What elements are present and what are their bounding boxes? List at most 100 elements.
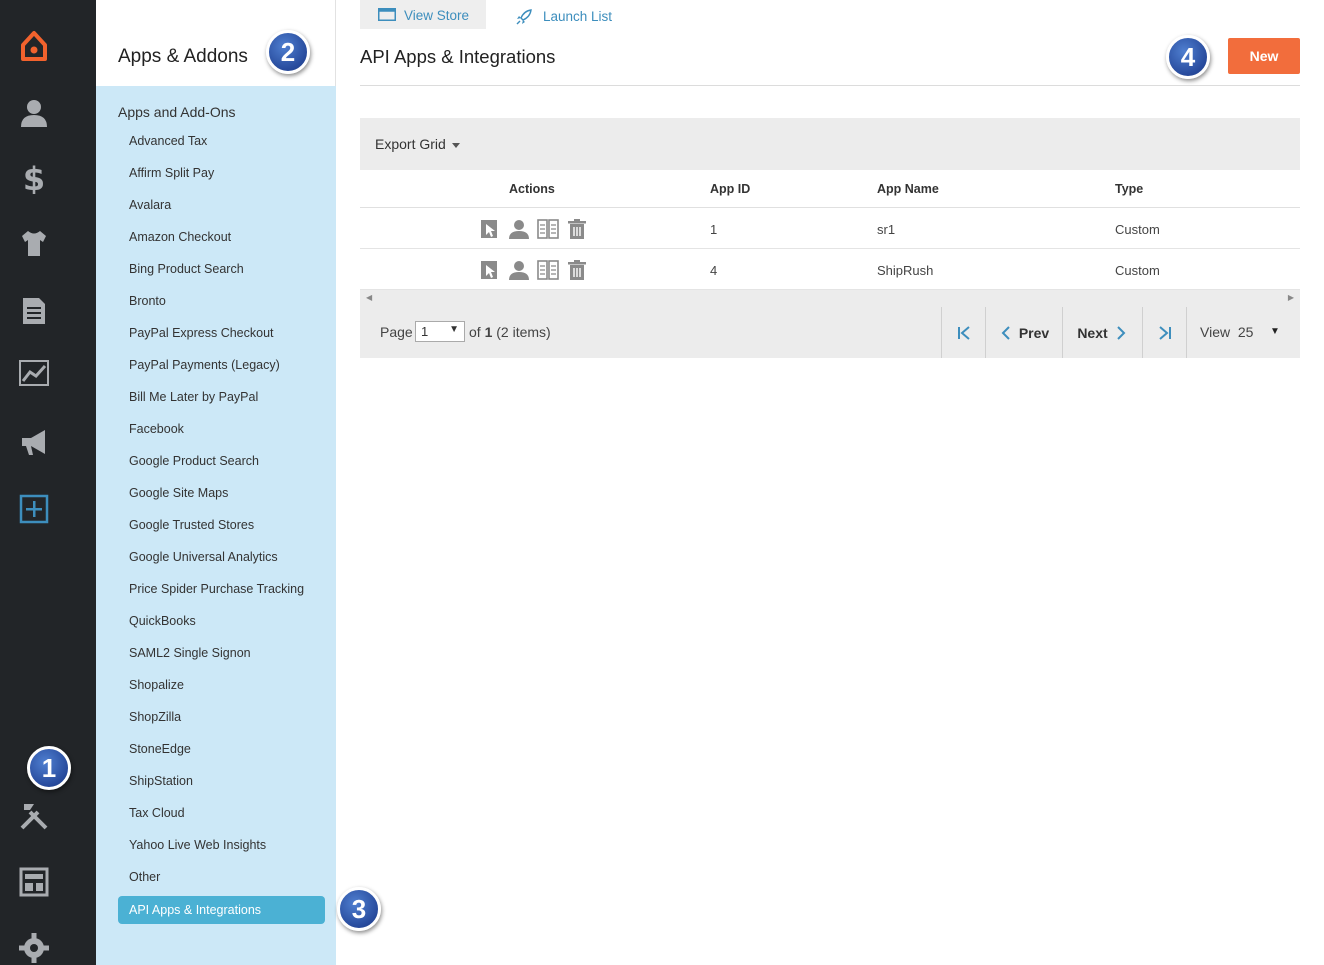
- view-store-tab[interactable]: View Store: [360, 0, 486, 29]
- view-store-label: View Store: [404, 8, 470, 23]
- sidebar-item-shopzilla[interactable]: ShopZilla: [129, 710, 181, 724]
- chevron-down-icon: [451, 142, 460, 148]
- sidebar-item-bing[interactable]: Bing Product Search: [129, 262, 244, 276]
- trash-icon[interactable]: [565, 258, 589, 282]
- select-icon[interactable]: [478, 258, 502, 282]
- trash-icon[interactable]: [565, 217, 589, 241]
- page-total: 1: [484, 324, 493, 340]
- sidebar-item-google-site-maps[interactable]: Google Site Maps: [129, 486, 228, 500]
- next-label: Next: [1077, 324, 1108, 341]
- cell-app-name: ShipRush: [877, 263, 934, 278]
- apps-subnav: Apps & Addons Apps and Add-Ons Advanced …: [96, 0, 336, 965]
- sidebar-item-bronto[interactable]: Bronto: [129, 294, 166, 308]
- rocket-icon: [516, 9, 532, 25]
- sidebar-item-api-apps[interactable]: API Apps & Integrations: [118, 896, 325, 924]
- first-page-button[interactable]: [941, 307, 985, 358]
- last-page-button[interactable]: [1142, 307, 1186, 358]
- launch-list-label: Launch List: [543, 9, 613, 24]
- sidebar-item-google-product-search[interactable]: Google Product Search: [129, 454, 259, 468]
- sidebar-item-stoneedge[interactable]: StoneEdge: [129, 742, 191, 756]
- gear-icon[interactable]: [18, 932, 50, 964]
- page-count: of 1 (2 items): [469, 324, 551, 340]
- svg-text:$: $: [23, 162, 45, 194]
- scroll-left-icon[interactable]: ◀: [366, 293, 372, 302]
- first-page-icon: [957, 325, 970, 340]
- cell-app-id: 4: [710, 263, 718, 278]
- callout-badge-1: 1: [27, 746, 71, 790]
- sidebar-item-yahoo[interactable]: Yahoo Live Web Insights: [129, 838, 266, 852]
- brand-logo-icon[interactable]: [18, 30, 50, 62]
- chevron-down-icon[interactable]: ▼: [1270, 326, 1280, 337]
- sidebar-item-other[interactable]: Other: [129, 870, 160, 884]
- export-grid-dropdown[interactable]: Export Grid: [375, 136, 460, 152]
- sidebar-item-shipstation[interactable]: ShipStation: [129, 774, 193, 788]
- callout-badge-2: 2: [266, 30, 310, 74]
- layout-icon[interactable]: [18, 866, 50, 898]
- book-icon[interactable]: [536, 217, 560, 241]
- prev-label: Prev: [1018, 324, 1050, 341]
- page-select[interactable]: 1 ▼: [415, 321, 465, 342]
- column-header-app-name[interactable]: App Name: [877, 182, 939, 196]
- sidebar-item-google-trusted-stores[interactable]: Google Trusted Stores: [129, 518, 254, 532]
- plus-box-icon[interactable]: [18, 493, 50, 525]
- subnav-section-apps[interactable]: Apps and Add-Ons: [118, 104, 236, 120]
- row-actions: [478, 217, 589, 241]
- sidebar-item-avalara[interactable]: Avalara: [129, 198, 171, 212]
- cell-type: Custom: [1115, 263, 1160, 278]
- chevron-right-icon: [1116, 325, 1126, 340]
- sidebar-item-affirm[interactable]: Affirm Split Pay: [129, 166, 214, 180]
- chevron-left-icon: [1001, 325, 1010, 340]
- sidebar-item-paypal-legacy[interactable]: PayPal Payments (Legacy): [129, 358, 280, 372]
- last-page-icon: [1158, 325, 1171, 340]
- chevron-down-icon: ▼: [449, 324, 459, 335]
- sidebar-item-paypal-express[interactable]: PayPal Express Checkout: [129, 326, 274, 340]
- sidebar-item-advanced-tax[interactable]: Advanced Tax: [129, 134, 207, 148]
- sidebar-item-quickbooks[interactable]: QuickBooks: [129, 614, 196, 628]
- grid-pager: ◀ ▶ Page 1 ▼ of 1 (2 items) Prev Next Vi…: [360, 290, 1300, 358]
- cell-app-name: sr1: [877, 222, 896, 237]
- page-of-label: of: [469, 324, 481, 340]
- column-header-type[interactable]: Type: [1115, 182, 1143, 196]
- user-icon[interactable]: [507, 217, 531, 241]
- page-items-count: (2 items): [496, 324, 551, 340]
- chart-icon[interactable]: [18, 357, 50, 389]
- sidebar-item-google-analytics[interactable]: Google Universal Analytics: [129, 550, 278, 564]
- book-icon[interactable]: [536, 258, 560, 282]
- cell-type: Custom: [1115, 222, 1160, 237]
- launch-list-link[interactable]: Launch List: [515, 9, 613, 25]
- sidebar-item-shopalize[interactable]: Shopalize: [129, 678, 184, 692]
- page-title: API Apps & Integrations: [360, 46, 556, 67]
- row-actions: [478, 258, 589, 282]
- sidebar-item-facebook[interactable]: Facebook: [129, 422, 184, 436]
- sidebar-item-tax-cloud[interactable]: Tax Cloud: [129, 806, 185, 820]
- grid-header: Actions App ID App Name Type: [360, 170, 1300, 208]
- column-header-app-id[interactable]: App ID: [710, 182, 750, 196]
- tools-icon[interactable]: [18, 800, 50, 832]
- megaphone-icon[interactable]: [18, 426, 50, 458]
- sidebar-item-amazon-checkout[interactable]: Amazon Checkout: [129, 230, 231, 244]
- user-icon[interactable]: [507, 258, 531, 282]
- select-icon[interactable]: [478, 217, 502, 241]
- table-row: 1 sr1 Custom: [360, 208, 1300, 249]
- sidebar-item-saml2[interactable]: SAML2 Single Signon: [129, 646, 251, 660]
- sidebar-item-price-spider[interactable]: Price Spider Purchase Tracking: [129, 582, 304, 596]
- table-row: 4 ShipRush Custom: [360, 249, 1300, 290]
- export-grid-label: Export Grid: [375, 136, 446, 152]
- icon-rail: $: [0, 0, 96, 965]
- view-value: 25: [1237, 324, 1254, 340]
- tshirt-icon[interactable]: [18, 227, 50, 259]
- sidebar-item-bill-me-later[interactable]: Bill Me Later by PayPal: [129, 390, 258, 404]
- dollar-icon[interactable]: $: [18, 162, 50, 194]
- cell-app-id: 1: [710, 222, 718, 237]
- main-content: View Store Launch List API Apps & Integr…: [336, 0, 1324, 965]
- new-button[interactable]: New: [1228, 38, 1300, 74]
- grid-toolbar: Export Grid: [360, 118, 1300, 170]
- next-page-button[interactable]: Next: [1062, 307, 1142, 358]
- scroll-right-icon[interactable]: ▶: [1288, 293, 1294, 302]
- page-size-select[interactable]: View 25: [1200, 324, 1253, 340]
- document-icon[interactable]: [18, 295, 50, 327]
- prev-page-button[interactable]: Prev: [985, 307, 1062, 358]
- title-divider: [360, 85, 1300, 86]
- customers-icon[interactable]: [18, 97, 50, 129]
- column-header-actions[interactable]: Actions: [509, 182, 555, 196]
